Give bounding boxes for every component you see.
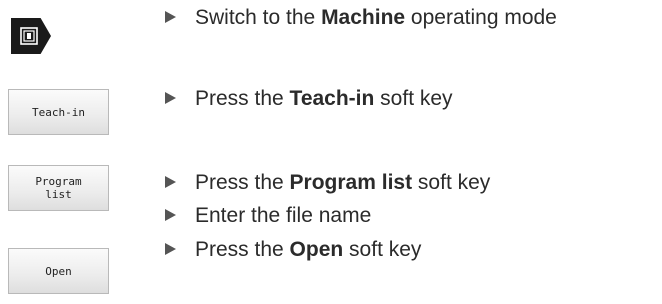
step-press-program-list: Press the Program list soft key <box>165 170 490 196</box>
step-press-open: Press the Open soft key <box>165 237 421 263</box>
step-switch-machine: Switch to the Machine operating mode <box>165 5 557 31</box>
bullet-icon <box>165 243 176 255</box>
machine-mode-icon <box>20 27 38 45</box>
step-enter-file-name: Enter the file name <box>165 203 371 229</box>
step-press-teach-in: Press the Teach-in soft key <box>165 86 453 112</box>
teach-in-softkey[interactable]: Teach-in <box>8 89 109 135</box>
machine-mode-key[interactable] <box>11 18 51 54</box>
bullet-icon <box>165 209 176 221</box>
bullet-icon <box>165 176 176 188</box>
bullet-icon <box>165 92 176 104</box>
bullet-icon <box>165 11 176 23</box>
open-softkey[interactable]: Open <box>8 248 109 294</box>
program-list-softkey[interactable]: Program list <box>8 165 109 211</box>
